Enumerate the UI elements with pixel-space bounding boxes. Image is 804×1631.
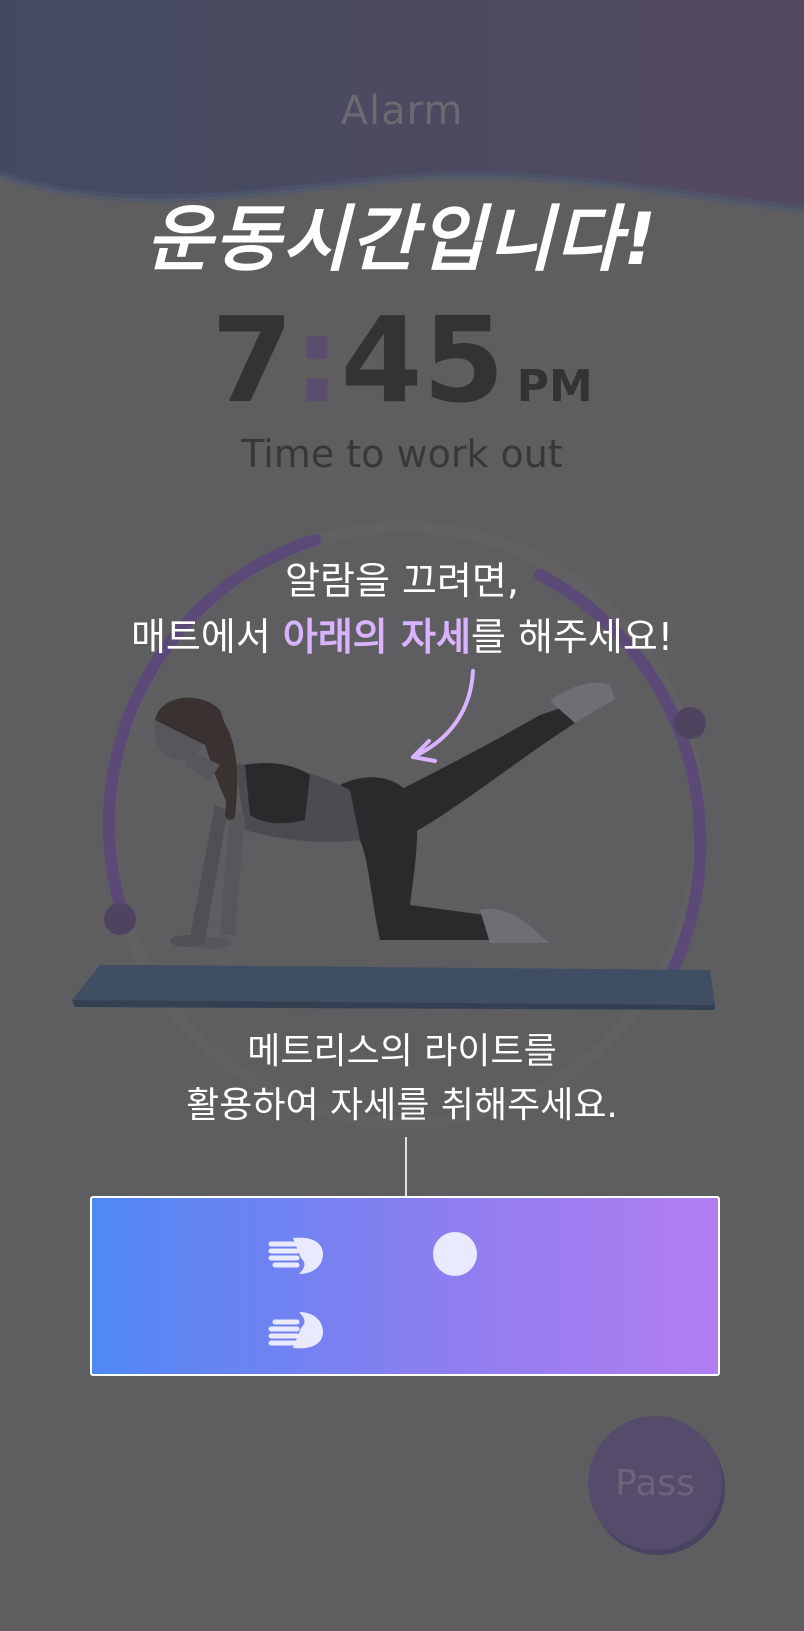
clock-hour: 7 <box>211 291 294 429</box>
alarm-clock: 7:45 PM <box>0 300 804 420</box>
instruction-prefix: 매트에서 <box>130 615 283 659</box>
note-text: 메트리스의 라이트를 활용하여 자세를 취해주세요. <box>0 1025 804 1133</box>
instruction-text: 알람을 끄려면, 매트에서 아래의 자세를 해주세요! <box>0 553 804 665</box>
mat-light-panel <box>90 1196 720 1376</box>
hand-icon <box>268 1237 323 1274</box>
clock-ampm: PM <box>516 361 593 412</box>
clock-separator: : <box>293 291 341 429</box>
instruction-highlight: 아래의 자세 <box>282 615 471 659</box>
connector-line <box>405 1137 407 1197</box>
note-line1: 메트리스의 라이트를 <box>247 1031 557 1072</box>
hand-icon <box>268 1312 323 1349</box>
exercise-pose-illustration <box>72 682 715 1010</box>
app-title: Alarm <box>340 88 464 134</box>
headline: 운동시간입니다! <box>145 197 659 281</box>
light-indicator <box>433 1232 477 1276</box>
note-line2: 활용하여 자세를 취해주세요. <box>186 1085 618 1126</box>
subtitle: Time to work out <box>241 432 563 476</box>
clock-minutes: 45 <box>340 291 505 429</box>
pass-button[interactable]: Pass <box>588 1416 722 1550</box>
instruction-suffix: 를 해주세요! <box>470 615 674 659</box>
instruction-line1: 알람을 끄려면, <box>285 559 519 603</box>
instruction-line2: 매트에서 아래의 자세를 해주세요! <box>0 609 804 665</box>
